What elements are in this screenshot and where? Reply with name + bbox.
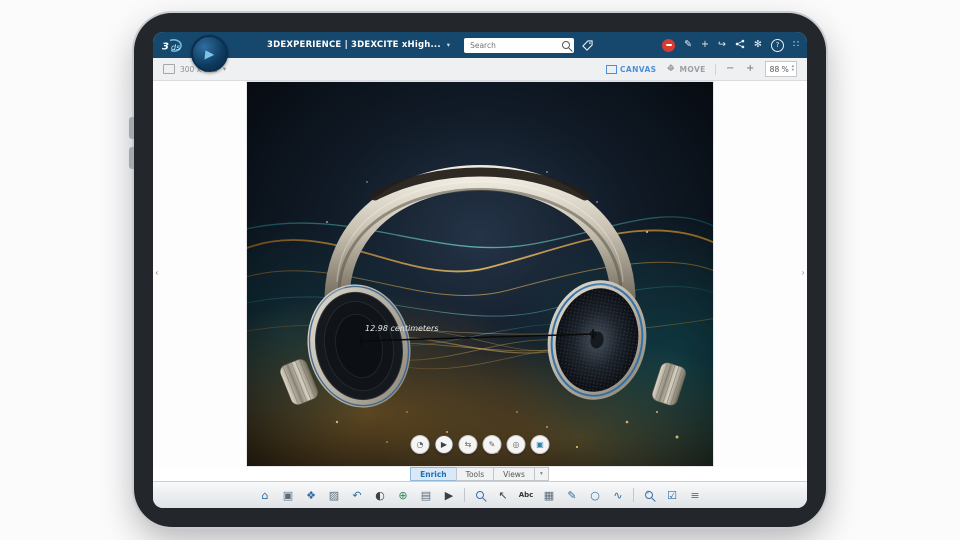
move-mode-button[interactable]: ↔ ↕ MOVE	[666, 64, 706, 75]
save-icon[interactable]: ▣	[280, 487, 296, 503]
3ds-logo: 3 ds	[161, 37, 189, 54]
ribbon-tab-strip: Enrich Tools Views ▾	[153, 467, 807, 481]
zoom-stepper: ▴ ▾	[792, 64, 794, 74]
spline-tool-icon[interactable]: ∿	[610, 487, 626, 503]
tab-views[interactable]: Views	[493, 467, 535, 481]
forward-icon[interactable]: ↪	[718, 40, 726, 50]
ar-view-icon[interactable]: ◔	[410, 435, 430, 454]
volume-up-button	[129, 117, 134, 139]
headphones-render[interactable]: 12.98 centimeters	[247, 82, 713, 466]
left-panel-toggle-icon[interactable]: ‹	[155, 269, 159, 279]
validate-icon[interactable]: ☑	[664, 487, 680, 503]
move-mode-label: MOVE	[679, 64, 706, 74]
canvas-mode-icon	[606, 64, 617, 74]
search-icon	[562, 41, 571, 49]
pen-tool-icon[interactable]: ✎	[564, 487, 580, 503]
toolbar-divider	[714, 63, 716, 75]
help-icon[interactable]: ?	[770, 38, 784, 52]
bottom-toolbar: ⌂ ▣ ❖ ▨ ↶ ◐ ⊕ ▤ ▶ ↖ Abc ▦ ✎ ○ ∿ ☑ ≡	[153, 481, 807, 508]
move-icon: ↔ ↕	[667, 64, 675, 74]
canvas-mode-label: CANVAS	[620, 64, 657, 74]
xhighlight-app-icon[interactable]: ▶	[191, 35, 228, 72]
cube-icon[interactable]: ❖	[303, 487, 319, 503]
add-icon[interactable]: +	[701, 40, 709, 50]
topbar-actions: ✎ + ↪ ✻ ? ∷	[662, 38, 799, 52]
canvas-mode-button[interactable]: CANVAS	[606, 64, 657, 74]
zoom-in-button[interactable]: +	[745, 64, 756, 74]
text-tool-icon[interactable]: Abc	[518, 487, 534, 503]
brand-ds: ds	[171, 43, 180, 52]
globe-icon[interactable]: ⊕	[395, 487, 411, 503]
user-avatar[interactable]	[662, 38, 676, 52]
ellipse-tool-icon[interactable]: ○	[587, 487, 603, 503]
app-title: 3DEXPERIENCE | 3DEXCITE xHigh...	[267, 40, 441, 50]
app-screen: 3 ds ▶ 3DEXPERIENCE | 3DEXCITE xHigh... …	[153, 32, 807, 508]
toolbar-divider	[464, 488, 465, 502]
tab-tools[interactable]: Tools	[455, 467, 495, 481]
search-box[interactable]	[464, 37, 575, 53]
zoom-out-button[interactable]: −	[725, 64, 736, 74]
toolbar-divider	[633, 488, 634, 502]
canvas-size-chevron-down-icon[interactable]: ▾	[223, 66, 226, 73]
pointer-icon[interactable]: ↖	[495, 487, 511, 503]
right-panel-toggle-icon[interactable]: ›	[801, 269, 805, 279]
home-icon[interactable]: ⌂	[257, 487, 273, 503]
app-badge-play-icon: ▶	[204, 46, 215, 61]
zoom-level-control[interactable]: 88 % ▴ ▾	[764, 61, 797, 77]
share-icon[interactable]	[735, 39, 745, 52]
zoom-level-value: 88 %	[769, 64, 789, 74]
tab-enrich[interactable]: Enrich	[410, 467, 457, 481]
list-view-icon[interactable]: ≡	[687, 487, 703, 503]
viewport-floating-toolbar: ◔ ▶ ⇆ ✎ ◎ ▣	[410, 435, 550, 454]
compose-icon[interactable]: ✎	[684, 40, 692, 50]
canvas-size-icon	[163, 64, 175, 74]
search-input[interactable]	[468, 39, 560, 51]
tab-strip-chevron-down-icon[interactable]: ▾	[533, 467, 549, 481]
layers-icon[interactable]: ▤	[418, 487, 434, 503]
tablet-device: 3 ds ▶ 3DEXPERIENCE | 3DEXCITE xHigh... …	[129, 13, 826, 527]
undo-icon[interactable]: ↶	[349, 487, 365, 503]
volume-down-button	[129, 147, 134, 169]
magic-icon[interactable]: ✻	[754, 40, 762, 50]
sphere-render-icon[interactable]: ◐	[372, 487, 388, 503]
zoom-plus-icon[interactable]	[641, 487, 657, 503]
swap-arrows-icon[interactable]: ⇆	[458, 435, 478, 454]
brand-3: 3	[162, 41, 169, 52]
canvas-toolbar: 300 x 200 ▾ CANVAS ↔↕ MOVE − + 88 %	[153, 58, 807, 81]
shape-icon[interactable]: ◎	[506, 435, 526, 454]
design-canvas[interactable]: ‹ › 12.98 centimeters ◔ ▶ ⇆ ✎ ◎ ▣	[153, 81, 807, 467]
zoom-step-down-icon[interactable]: ▾	[792, 68, 794, 74]
export-image-icon[interactable]: ▨	[326, 487, 342, 503]
annotate-icon[interactable]: ✎	[482, 435, 502, 454]
image-tool-icon[interactable]: ▦	[541, 487, 557, 503]
material-icon[interactable]: ▣	[530, 435, 550, 454]
zoom-select-icon[interactable]	[472, 487, 488, 503]
tag-icon[interactable]	[582, 39, 593, 51]
top-app-bar: 3 ds ▶ 3DEXPERIENCE | 3DEXCITE xHigh... …	[153, 32, 807, 72]
apps-grid-icon[interactable]: ∷	[793, 40, 799, 50]
play-icon[interactable]: ▶	[434, 435, 454, 454]
app-title-chevron-down-icon[interactable]: ▾	[447, 42, 450, 49]
media-play-icon[interactable]: ▶	[441, 487, 457, 503]
measurement-label: 12.98 centimeters	[365, 324, 438, 333]
